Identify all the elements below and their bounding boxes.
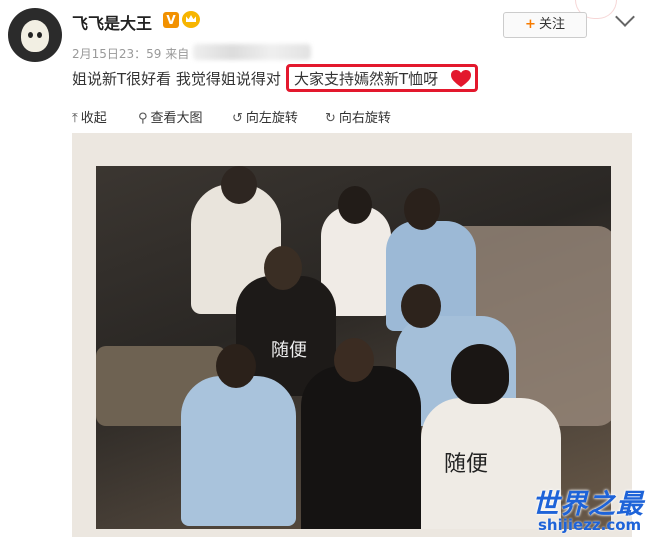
avatar[interactable]	[8, 8, 62, 62]
view-large-button[interactable]: ⚲ 查看大图	[138, 107, 203, 126]
rotate-right-icon: ↻	[325, 111, 336, 126]
collapse-button[interactable]: ⤒ 收起	[72, 107, 107, 126]
photo-frame[interactable]: 随便 随便	[72, 133, 632, 537]
follow-button[interactable]: + 关注	[503, 12, 587, 38]
member-crown-icon	[182, 11, 200, 28]
search-icon: ⚲	[138, 111, 148, 126]
blurred-source	[193, 44, 311, 60]
watermark-url: shijiezz.com	[538, 516, 642, 534]
avatar-eye-icon	[28, 32, 33, 38]
person-head-shape	[216, 344, 256, 388]
person-head-shape	[334, 338, 374, 382]
person-head-shape	[451, 344, 509, 404]
verified-badge-icon: V	[163, 12, 179, 28]
post-text: 姐说新T很好看 我觉得姐说得对	[72, 70, 281, 88]
rotate-right-button[interactable]: ↻ 向右旋转	[325, 107, 391, 126]
post-text-highlighted: 大家支持嫣然新T恤呀	[294, 70, 439, 88]
person-head-shape	[404, 188, 440, 230]
heart-icon	[451, 70, 471, 87]
chevron-down-icon[interactable]	[615, 7, 635, 27]
avatar-face-icon	[21, 20, 49, 52]
plus-icon: +	[525, 17, 536, 32]
post-header: 飞飞是大王 V 2月15日23：59 来自 + 关注 姐说新T很好看 我觉得姐说得…	[0, 0, 660, 100]
person-head-shape	[401, 284, 441, 328]
image-toolbar: ⤒ 收起 ⚲ 查看大图 ↺ 向左旋转 ↻ 向右旋转	[0, 100, 660, 132]
post-timestamp[interactable]: 2月15日23：59 来自	[72, 45, 189, 62]
view-large-label: 查看大图	[150, 111, 203, 126]
rotate-left-button[interactable]: ↺ 向左旋转	[232, 107, 298, 126]
avatar-eye-icon	[37, 32, 42, 38]
rotate-left-label: 向左旋转	[245, 111, 298, 126]
group-photo[interactable]: 随便 随便	[96, 166, 611, 529]
follow-label: 关注	[538, 17, 565, 32]
collapse-label: 收起	[80, 111, 107, 126]
person-head-shape	[221, 166, 257, 204]
person-head-shape	[264, 246, 302, 290]
username[interactable]: 飞飞是大王	[72, 10, 152, 34]
rotate-right-label: 向右旋转	[338, 111, 391, 126]
person-shape	[181, 376, 296, 526]
shirt-text: 随便	[444, 452, 489, 477]
collapse-arrow-icon: ⤒	[72, 111, 78, 126]
shirt-text: 随便	[271, 340, 307, 361]
person-head-shape	[338, 186, 372, 224]
rotate-left-icon: ↺	[232, 111, 243, 126]
person-shape	[301, 366, 421, 529]
